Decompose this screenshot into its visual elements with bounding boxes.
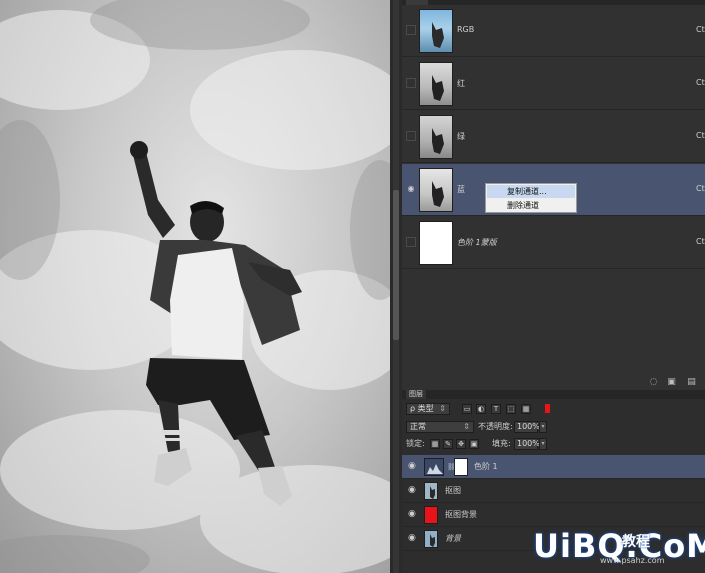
lock-paint-icon[interactable]: ✎ bbox=[443, 439, 453, 449]
eye-icon[interactable]: ◉ bbox=[408, 486, 416, 495]
load-selection-icon[interactable]: ◌ bbox=[649, 378, 658, 387]
lock-fill-row: 锁定: ▦ ✎ ✥ ▣ 填充: 100% ▾ bbox=[402, 436, 705, 452]
layer-name: 背景 bbox=[445, 534, 461, 543]
layer-name: 抠图 bbox=[445, 486, 461, 495]
lock-transparent-icon[interactable]: ▦ bbox=[430, 439, 440, 449]
channel-name: 蓝 bbox=[457, 185, 465, 194]
chevron-updown-icon: ⇕ bbox=[463, 422, 470, 431]
channel-thumbnail-rgb bbox=[419, 9, 453, 53]
channel-shortcut: Ctrl+3 bbox=[696, 78, 705, 87]
watermark-url: www.psahz.com bbox=[600, 556, 665, 565]
channel-shortcut: Ctrl+5 bbox=[696, 184, 705, 193]
channel-thumbnail-blue bbox=[419, 168, 453, 212]
layer-row-cutout-background[interactable]: ◉ 抠图背景 bbox=[402, 503, 705, 527]
lock-all-icon[interactable]: ▣ bbox=[469, 439, 479, 449]
layer-name: 色阶 1 bbox=[474, 462, 498, 471]
chevron-updown-icon: ⇕ bbox=[439, 404, 446, 413]
opacity-input[interactable]: 100% bbox=[514, 421, 540, 433]
save-selection-icon[interactable]: ▣ bbox=[667, 378, 676, 387]
visibility-toggle[interactable] bbox=[406, 131, 416, 141]
canvas-scrollbar-thumb[interactable] bbox=[393, 190, 399, 340]
lock-position-icon[interactable]: ✥ bbox=[456, 439, 466, 449]
layer-row-levels-1[interactable]: ◉ ⛓ 色阶 1 bbox=[402, 455, 705, 479]
channel-name: 红 bbox=[457, 79, 465, 88]
filter-pixel-icon[interactable]: ▭ bbox=[462, 404, 472, 414]
channels-footer: ◌ ▣ ▤ bbox=[402, 375, 705, 390]
new-channel-icon[interactable]: ▤ bbox=[687, 378, 696, 387]
document-canvas[interactable] bbox=[0, 0, 390, 573]
menu-item-duplicate-channel[interactable]: 复制通道... bbox=[487, 185, 575, 198]
blend-opacity-row: 正常 ⇕ 不透明度: 100% ▾ bbox=[402, 419, 705, 435]
eye-icon[interactable]: ◉ bbox=[406, 184, 416, 194]
fill-label: 填充: bbox=[492, 439, 511, 448]
layers-filter-row: ρ 类型 ⇕ ▭ ◐ T ⬚ ▦ bbox=[402, 401, 705, 417]
opacity-label: 不透明度: bbox=[478, 422, 513, 431]
filter-kind-value: 类型 bbox=[417, 404, 434, 413]
channel-shortcut: Ctrl+4 bbox=[696, 131, 705, 140]
filter-toggle-icon[interactable] bbox=[545, 404, 550, 413]
filter-shape-icon[interactable]: ⬚ bbox=[506, 404, 516, 414]
visibility-toggle[interactable] bbox=[406, 237, 416, 247]
channel-thumbnail-mask bbox=[419, 221, 453, 265]
layer-thumbnail-background bbox=[424, 530, 438, 548]
visibility-toggle[interactable] bbox=[406, 78, 416, 88]
filter-type-icon[interactable]: T bbox=[491, 404, 501, 414]
layer-thumbnail-cutout bbox=[424, 482, 438, 500]
channel-row-green[interactable]: 绿 Ctrl+4 bbox=[402, 111, 705, 163]
lock-label: 锁定: bbox=[406, 439, 425, 448]
eye-icon[interactable]: ◉ bbox=[408, 462, 416, 471]
watermark-cn: 教程 bbox=[622, 534, 650, 550]
channel-shortcut: Ctrl+2 bbox=[696, 25, 705, 34]
search-icon: ρ bbox=[410, 404, 418, 413]
channel-name: 绿 bbox=[457, 132, 465, 141]
channel-context-menu: 复制通道... 删除通道 bbox=[485, 183, 577, 213]
channel-thumbnail-green bbox=[419, 115, 453, 159]
layer-thumbnail-red bbox=[424, 506, 438, 524]
eye-icon[interactable]: ◉ bbox=[408, 534, 416, 543]
levels-adjustment-icon bbox=[424, 458, 444, 476]
channel-row-rgb[interactable]: RGB Ctrl+2 bbox=[402, 5, 705, 57]
filter-smartobject-icon[interactable]: ▦ bbox=[521, 404, 531, 414]
fill-arrow-icon[interactable]: ▾ bbox=[539, 438, 547, 450]
eye-icon[interactable]: ◉ bbox=[408, 510, 416, 519]
menu-item-delete-channel[interactable]: 删除通道 bbox=[487, 199, 575, 212]
filter-adjustment-icon[interactable]: ◐ bbox=[476, 404, 486, 414]
channel-shortcut: Ctrl+\ bbox=[696, 237, 705, 246]
visibility-toggle[interactable] bbox=[406, 25, 416, 35]
blend-mode-value: 正常 bbox=[410, 422, 426, 431]
layer-mask-thumbnail[interactable] bbox=[454, 458, 468, 476]
fill-input[interactable]: 100% bbox=[514, 438, 540, 450]
layers-panel-header: 图层 bbox=[402, 390, 705, 399]
layer-name: 抠图背景 bbox=[445, 510, 477, 519]
channel-row-levels-mask[interactable]: 色阶 1蒙版 Ctrl+\ bbox=[402, 217, 705, 269]
layers-tab[interactable]: 图层 bbox=[406, 390, 426, 399]
channel-row-red[interactable]: 红 Ctrl+3 bbox=[402, 58, 705, 110]
filter-kind-dropdown[interactable]: ρ 类型 ⇕ bbox=[406, 403, 450, 415]
channel-name: RGB bbox=[457, 25, 475, 34]
opacity-arrow-icon[interactable]: ▾ bbox=[539, 421, 547, 433]
channel-thumbnail-red bbox=[419, 62, 453, 106]
channel-name: 色阶 1蒙版 bbox=[457, 238, 497, 247]
layer-row-cutout[interactable]: ◉ 抠图 bbox=[402, 479, 705, 503]
blend-mode-dropdown[interactable]: 正常 ⇕ bbox=[406, 421, 474, 433]
jumping-man-photo bbox=[0, 0, 390, 573]
